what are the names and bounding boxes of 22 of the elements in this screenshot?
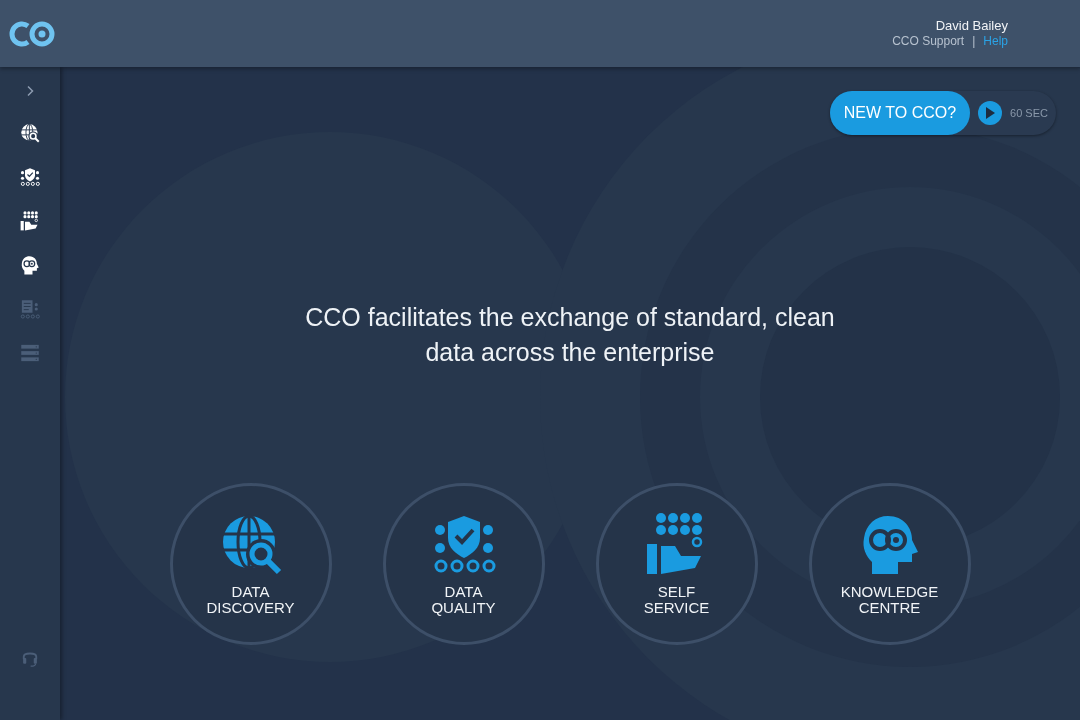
feature-label: DATA DISCOVERY [206, 583, 295, 617]
video-duration: 60 SEC [1010, 105, 1048, 121]
support-link[interactable]: CCO Support [892, 34, 965, 50]
feature-label: KNOWLEDGE CENTRE [840, 583, 939, 617]
sidebar-button[interactable] [20, 123, 40, 143]
tagline: CCO facilitates the exchange of standard, clean data across the enterprise [304, 302, 836, 368]
document-icon [20, 299, 40, 319]
feature-label: SELF SERVICE [643, 583, 710, 617]
sidebar-button[interactable] [20, 255, 40, 275]
logo-icon [8, 19, 56, 48]
user-name: David Bailey [934, 17, 1008, 35]
sidebar-button[interactable] [20, 211, 40, 231]
separator: | [972, 34, 976, 50]
hand-dots-icon [20, 211, 40, 231]
head-icon [20, 255, 40, 275]
sidebar-button[interactable] [20, 167, 40, 187]
feature-label: DATA QUALITY [431, 583, 496, 617]
server-icon [20, 343, 40, 363]
play-icon [985, 107, 996, 119]
play-button[interactable] [978, 101, 1003, 125]
shield-check-icon [20, 167, 40, 187]
globe-search-icon [20, 123, 40, 143]
